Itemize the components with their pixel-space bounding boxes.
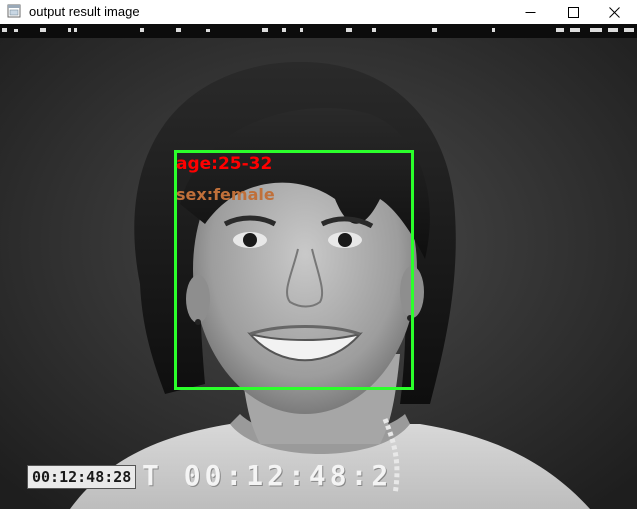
image-viewport: age:25-32 sex:female 00:12:48:28 T 00:12… bbox=[0, 24, 637, 509]
app-window: output result image age:25-32 sex:female… bbox=[0, 0, 637, 509]
maximize-icon bbox=[567, 6, 579, 18]
minimize-button[interactable] bbox=[507, 0, 553, 24]
title-bar[interactable]: output result image bbox=[0, 0, 637, 24]
timecode-small: 00:12:48:28 bbox=[27, 465, 137, 489]
age-label: age:25-32 bbox=[176, 154, 273, 174]
maximize-button[interactable] bbox=[550, 0, 596, 24]
app-window-icon bbox=[7, 4, 21, 18]
close-icon bbox=[608, 6, 620, 18]
minimize-icon bbox=[525, 7, 536, 18]
close-button[interactable] bbox=[591, 0, 637, 24]
timecode-large: T 00:12:48:2 bbox=[142, 459, 393, 492]
sex-label: sex:female bbox=[176, 185, 275, 204]
window-title: output result image bbox=[29, 4, 140, 19]
